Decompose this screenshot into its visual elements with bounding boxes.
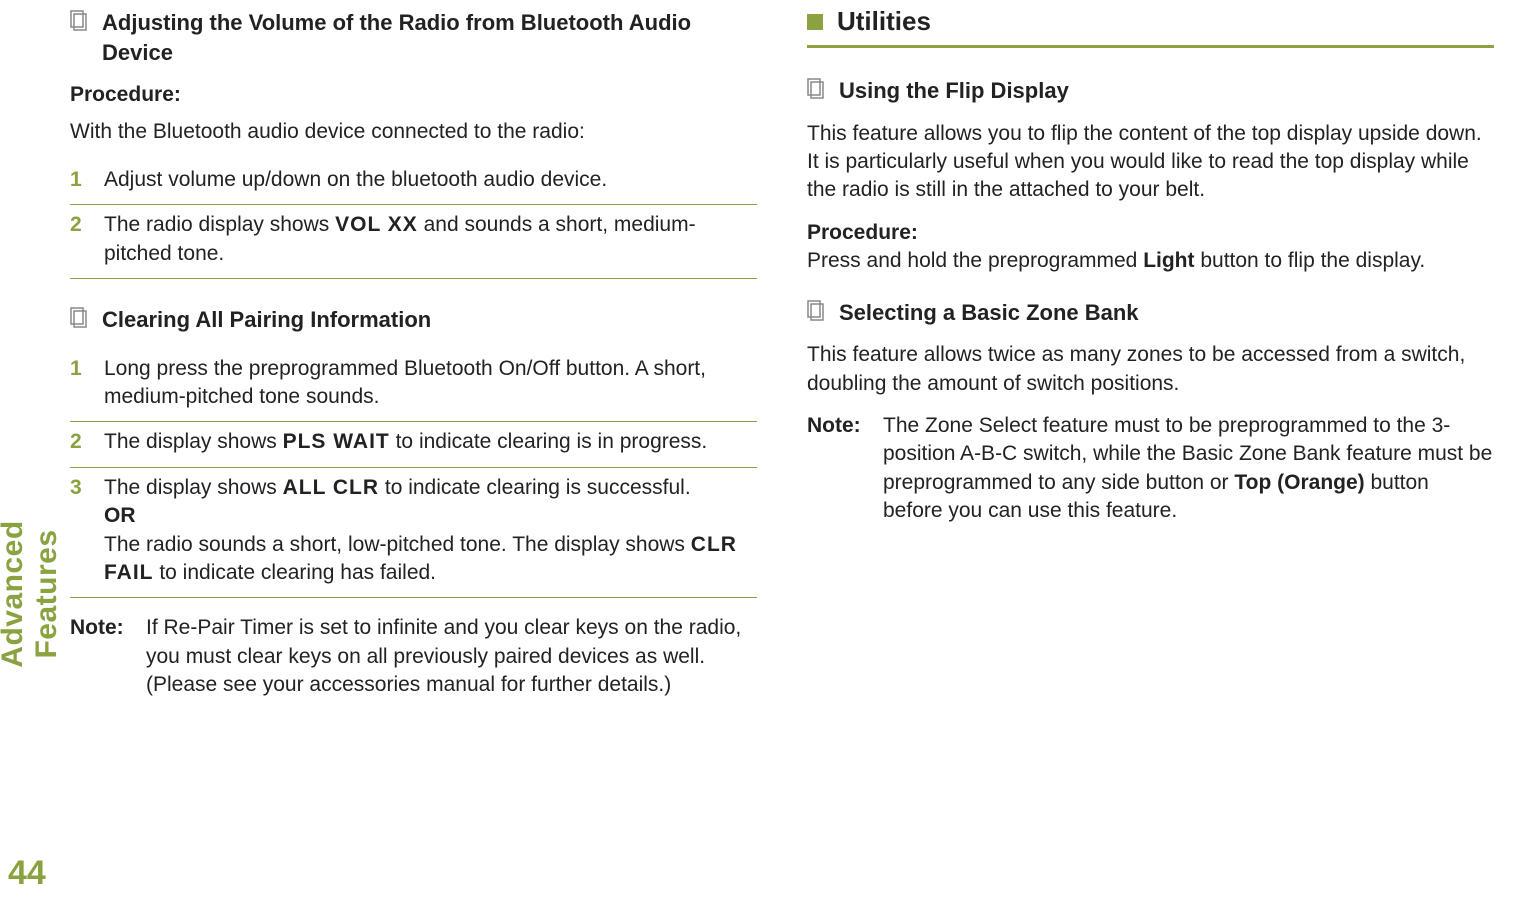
topic-title: Selecting a Basic Zone Bank: [839, 298, 1139, 328]
topic-title: Clearing All Pairing Information: [102, 305, 431, 335]
step-list: 1 Long press the preprogrammed Bluetooth…: [70, 349, 757, 598]
paragraph: This feature allows twice as many zones …: [807, 341, 1494, 398]
paragraph: This feature allows you to flip the cont…: [807, 120, 1494, 205]
topic-heading: Selecting a Basic Zone Bank: [807, 298, 1494, 328]
page-number: 44: [8, 854, 46, 893]
document-icon: [70, 307, 88, 329]
text-fragment: The radio display shows: [104, 213, 335, 236]
topic-heading: Clearing All Pairing Information: [70, 305, 757, 335]
procedure-label: Procedure:: [807, 221, 918, 244]
sidebar-section-label: Advanced Features: [0, 520, 63, 667]
step-number: 1: [70, 355, 88, 383]
topic-heading: Using the Flip Display: [807, 76, 1494, 106]
note-block: Note: The Zone Select feature must to be…: [807, 412, 1494, 525]
procedure-label: Procedure:: [70, 81, 757, 109]
procedure-block: Procedure: Press and hold the preprogram…: [807, 219, 1494, 276]
display-text: VOL XX: [335, 213, 418, 236]
step-text: The radio display shows VOL XX and sound…: [104, 211, 757, 268]
text-fragment: to indicate clearing is in progress.: [390, 430, 708, 453]
right-column: Utilities Using the Flip Display This fe…: [807, 0, 1494, 861]
text-fragment: button to flip the display.: [1195, 249, 1426, 272]
note-label: Note:: [807, 412, 865, 440]
step-item: 2 The radio display shows VOL XX and sou…: [70, 205, 757, 279]
text-fragment: The display shows: [104, 476, 283, 499]
document-icon: [807, 78, 825, 100]
step-number: 2: [70, 428, 88, 456]
columns: Adjusting the Volume of the Radio from B…: [70, 0, 1494, 861]
topic-title: Using the Flip Display: [839, 76, 1069, 106]
step-item: 1 Long press the preprogrammed Bluetooth…: [70, 349, 757, 423]
step-text: Adjust volume up/down on the bluetooth a…: [104, 166, 757, 194]
step-text: The display shows ALL CLR to indicate cl…: [104, 474, 757, 587]
step-item: 2 The display shows PLS WAIT to indicate…: [70, 422, 757, 467]
topic-title: Adjusting the Volume of the Radio from B…: [102, 8, 757, 67]
step-list: 1 Adjust volume up/down on the bluetooth…: [70, 160, 757, 279]
document-page: Advanced Features 44 Adjusting the Volum…: [0, 0, 1514, 901]
text-fragment: The radio sounds a short, low-pitched to…: [104, 533, 691, 556]
document-icon: [70, 10, 88, 32]
step-item: 1 Adjust volume up/down on the bluetooth…: [70, 160, 757, 205]
step-number: 2: [70, 211, 88, 239]
display-text: ALL CLR: [283, 476, 379, 499]
procedure-intro: With the Bluetooth audio device connecte…: [70, 118, 757, 146]
step-number: 3: [70, 474, 88, 502]
topic-heading: Adjusting the Volume of the Radio from B…: [70, 8, 757, 67]
section-heading-row: Utilities: [807, 4, 1494, 39]
display-text: PLS WAIT: [283, 430, 390, 453]
note-block: Note: If Re-Pair Timer is set to infinit…: [70, 614, 757, 699]
step-text: The display shows PLS WAIT to indicate c…: [104, 428, 757, 456]
step-number: 1: [70, 166, 88, 194]
document-icon: [807, 300, 825, 322]
note-text: The Zone Select feature must to be prepr…: [883, 412, 1494, 525]
section-title: Utilities: [837, 4, 931, 39]
note-label: Note:: [70, 614, 128, 642]
sidebar-label-wrap: Advanced Features: [0, 464, 64, 724]
left-column: Adjusting the Volume of the Radio from B…: [70, 0, 757, 861]
text-fragment: The display shows: [104, 430, 283, 453]
or-label: OR: [104, 504, 136, 527]
text-fragment: to indicate clearing has failed.: [154, 561, 437, 584]
section-marker-icon: [807, 14, 823, 30]
button-name: Light: [1143, 249, 1194, 272]
text-fragment: Press and hold the preprogrammed: [807, 249, 1143, 272]
sidebar: Advanced Features 44: [0, 0, 60, 901]
section-rule: [807, 45, 1494, 48]
note-text: If Re-Pair Timer is set to infinite and …: [146, 614, 757, 699]
step-text: Long press the preprogrammed Bluetooth O…: [104, 355, 757, 412]
step-item: 3 The display shows ALL CLR to indicate …: [70, 468, 757, 598]
button-name: Top (Orange): [1234, 471, 1364, 494]
text-fragment: to indicate clearing is successful.: [379, 476, 691, 499]
